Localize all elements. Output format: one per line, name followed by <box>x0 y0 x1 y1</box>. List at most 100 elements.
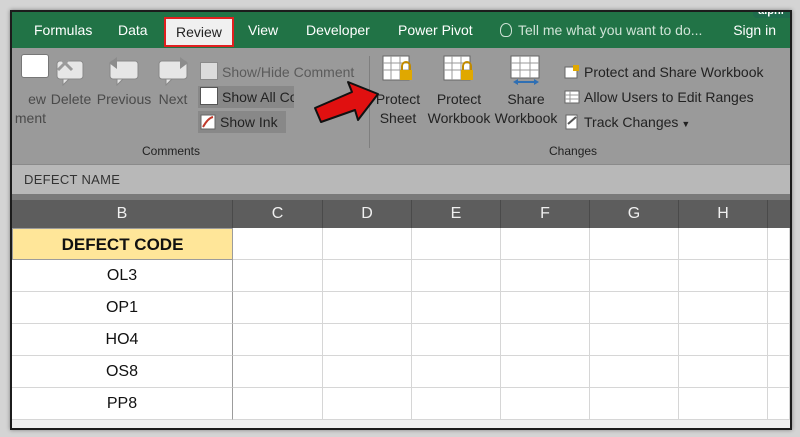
tab-view[interactable]: View <box>240 12 286 48</box>
empty-cell[interactable] <box>323 228 412 260</box>
empty-cell[interactable] <box>233 228 323 260</box>
new-comment-label-2: ment <box>14 110 46 126</box>
tell-me-search[interactable]: Tell me what you want to do... <box>500 12 702 48</box>
empty-cell[interactable] <box>501 324 590 356</box>
protect-sheet-icon <box>381 54 415 84</box>
empty-cell[interactable] <box>233 260 323 292</box>
tab-review[interactable]: Review <box>164 17 234 47</box>
track-changes-icon <box>564 114 580 130</box>
next-comment-icon <box>156 54 190 87</box>
previous-comment-icon <box>107 54 141 87</box>
empty-cell[interactable] <box>323 388 412 420</box>
empty-cell[interactable] <box>412 228 501 260</box>
column-header-partial[interactable] <box>768 200 790 228</box>
comments-group-label: Comments <box>142 144 201 158</box>
empty-cell[interactable] <box>323 356 412 388</box>
share-workbook-label-2: Workbook <box>494 110 558 126</box>
empty-cell[interactable] <box>590 388 679 420</box>
delete-comment-button[interactable]: Delete <box>48 54 94 109</box>
protect-workbook-label-2: Workbook <box>427 110 491 126</box>
empty-cell[interactable] <box>412 292 501 324</box>
protect-share-label: Protect and Share Workbook <box>584 64 764 80</box>
defect-code-cell[interactable]: OL3 <box>12 260 233 292</box>
ink-pen-icon <box>200 114 216 130</box>
column-header-c[interactable]: C <box>233 200 323 228</box>
protect-workbook-button[interactable]: Protect Workbook <box>426 54 492 128</box>
tab-power-pivot[interactable]: Power Pivot <box>390 12 481 48</box>
empty-cell[interactable] <box>679 260 768 292</box>
empty-cell[interactable] <box>233 388 323 420</box>
name-box[interactable]: DEFECT NAME <box>12 164 790 195</box>
column-header-f[interactable]: F <box>501 200 590 228</box>
empty-cell[interactable] <box>590 260 679 292</box>
track-changes-button[interactable]: Track Changes ▼ <box>564 111 690 133</box>
share-workbook-button[interactable]: Share Workbook <box>492 54 560 128</box>
previous-label: Previous <box>96 91 152 107</box>
defect-code-cell[interactable]: PP8 <box>12 388 233 420</box>
empty-cell[interactable] <box>590 324 679 356</box>
empty-cell[interactable] <box>323 324 412 356</box>
allow-edit-ranges-button[interactable]: Allow Users to Edit Ranges <box>564 86 754 108</box>
new-comment-button[interactable]: ew ment <box>12 54 49 128</box>
empty-cell[interactable] <box>501 388 590 420</box>
excel-window: Formulas Data Review View Developer Powe… <box>10 10 792 430</box>
defect-code-header-cell[interactable]: DEFECT CODE <box>12 228 233 260</box>
next-comment-button[interactable]: Next <box>154 54 192 109</box>
empty-cell[interactable] <box>412 356 501 388</box>
empty-cell[interactable] <box>233 292 323 324</box>
show-all-comments-label: Show All Com <box>222 89 294 105</box>
show-ink-label: Show Ink <box>220 114 278 130</box>
empty-cell[interactable] <box>679 228 768 260</box>
empty-cell[interactable] <box>679 356 768 388</box>
delete-label: Delete <box>50 91 92 107</box>
protect-share-workbook-button[interactable]: Protect and Share Workbook <box>564 61 764 83</box>
empty-cell[interactable] <box>679 388 768 420</box>
share-workbook-label-1: Share <box>507 91 545 107</box>
tab-developer[interactable]: Developer <box>298 12 378 48</box>
defect-code-cell[interactable]: HO4 <box>12 324 233 356</box>
new-comment-icon <box>12 54 49 84</box>
empty-cell[interactable] <box>590 228 679 260</box>
empty-cell[interactable] <box>323 292 412 324</box>
column-header-h[interactable]: H <box>679 200 768 228</box>
defect-code-cell[interactable]: OS8 <box>12 356 233 388</box>
empty-cell[interactable] <box>768 292 790 324</box>
empty-cell[interactable] <box>233 324 323 356</box>
empty-cell[interactable] <box>501 292 590 324</box>
empty-cell[interactable] <box>768 356 790 388</box>
protect-workbook-label-1: Protect <box>436 91 482 107</box>
empty-cell[interactable] <box>679 292 768 324</box>
empty-cell[interactable] <box>501 356 590 388</box>
empty-cell[interactable] <box>501 260 590 292</box>
empty-cell[interactable] <box>768 260 790 292</box>
tab-formulas[interactable]: Formulas <box>26 12 100 48</box>
empty-cell[interactable] <box>233 356 323 388</box>
show-hide-comment-icon <box>200 62 218 80</box>
column-header-e[interactable]: E <box>412 200 501 228</box>
next-label: Next <box>158 91 188 107</box>
empty-cell[interactable] <box>412 260 501 292</box>
empty-cell[interactable] <box>412 388 501 420</box>
tab-data[interactable]: Data <box>110 12 156 48</box>
defect-code-cell[interactable]: OP1 <box>12 292 233 324</box>
column-header-g[interactable]: G <box>590 200 679 228</box>
track-changes-label: Track Changes <box>584 114 679 130</box>
show-all-comments-icon <box>200 87 218 105</box>
empty-cell[interactable] <box>768 324 790 356</box>
empty-cell[interactable] <box>590 292 679 324</box>
column-header-b[interactable]: B <box>12 200 233 228</box>
alphr-watermark: alphr <box>753 12 790 18</box>
show-all-comments-button[interactable]: Show All Com <box>198 86 294 108</box>
changes-group-label: Changes <box>549 144 598 158</box>
previous-comment-button[interactable]: Previous <box>94 54 154 109</box>
empty-cell[interactable] <box>412 324 501 356</box>
column-header-d[interactable]: D <box>323 200 412 228</box>
empty-cell[interactable] <box>323 260 412 292</box>
empty-cell[interactable] <box>768 228 790 260</box>
empty-cell[interactable] <box>768 388 790 420</box>
show-ink-button[interactable]: Show Ink <box>198 111 286 133</box>
delete-comment-icon <box>54 54 88 87</box>
empty-cell[interactable] <box>679 324 768 356</box>
empty-cell[interactable] <box>590 356 679 388</box>
empty-cell[interactable] <box>501 228 590 260</box>
